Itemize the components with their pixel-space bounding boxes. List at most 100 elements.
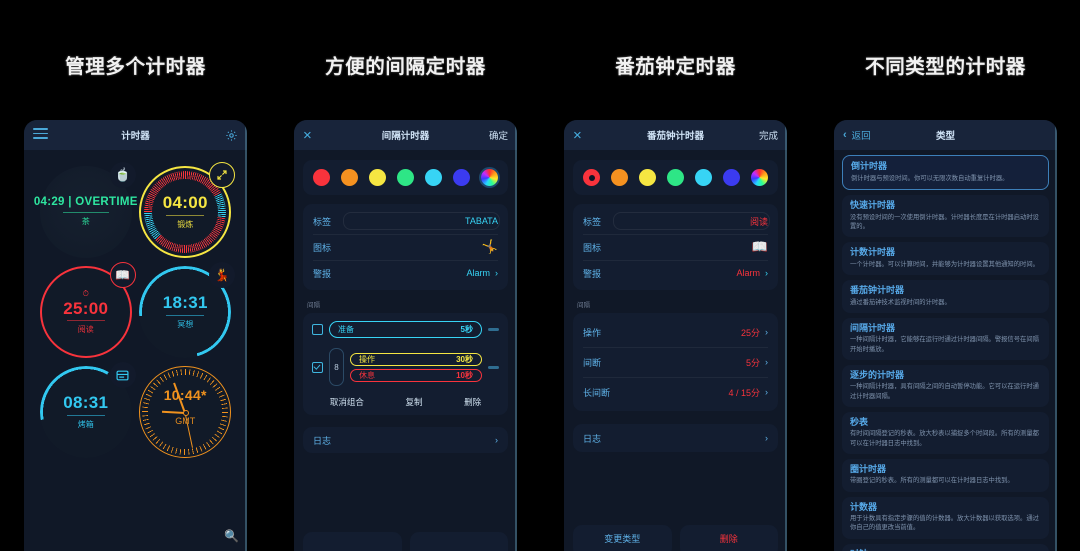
hamburger-icon[interactable]: [33, 125, 48, 145]
color-swatch-cyan[interactable]: [425, 169, 442, 186]
color-wheel-icon[interactable]: [481, 169, 498, 186]
form-body-2: 标签 TABATA 图标 🤸 警报 Alarm › 间隔: [294, 150, 517, 551]
interval-pill-work[interactable]: 操作 30秒: [350, 353, 482, 366]
change-type-button[interactable]: 变更类型: [573, 525, 672, 551]
field-label[interactable]: 标签 TABATA: [303, 208, 508, 234]
hero-title-2: 方便的间隔定时器: [325, 50, 486, 79]
panel-timer-types: 不同类型的计时器 ‹ 返回 类型 倒计时器 倒计时器与预设时间。你可以无限次数自…: [810, 0, 1080, 543]
timer-grid: 04:29 | OVERTIME 茶 🍵 04:00: [24, 150, 247, 551]
topbar-1: 计时器: [24, 120, 247, 150]
list-item-stepped[interactable]: 逐步的计时器 一种间隔计时器，具有间隔之间的自动暂停功能。它可以在运行时通过计时…: [842, 365, 1049, 407]
type-desc: 一种间隔计时器，它能够在运行时通过计时器间隔。警报信号在间隔开始时播放。: [850, 335, 1041, 353]
color-swatch-orange[interactable]: [611, 169, 628, 186]
timer-time: 08:31: [63, 394, 108, 411]
color-swatch-green[interactable]: [667, 169, 684, 186]
list-item-pomodoro[interactable]: 番茄钟计时器 通过番茄钟技术监视时间的计时器。: [842, 280, 1049, 313]
color-swatch-red[interactable]: [313, 169, 330, 186]
field-icon[interactable]: 图标 📖: [573, 234, 778, 260]
change-type-button[interactable]: [303, 532, 402, 551]
timer-divider: [166, 315, 204, 316]
list-item-counter[interactable]: 计数器 用于计数具有指定步骤的值的计数器。放大计数器以获取选项。通过你自己的值更…: [842, 497, 1049, 539]
label-input-value[interactable]: TABATA: [465, 216, 498, 226]
gear-icon[interactable]: [225, 129, 238, 142]
topbar-4: ‹ 返回 类型: [834, 120, 1057, 150]
field-alarm[interactable]: 警报 Alarm ›: [303, 260, 508, 286]
log-row[interactable]: 日志 ›: [303, 427, 508, 453]
color-wheel-icon[interactable]: [751, 169, 768, 186]
log-card-3[interactable]: 日志 ›: [573, 424, 778, 452]
list-item-lap[interactable]: 圈计时器 带圈登记的秒表。所有的测量都可以在计时器日志中找到。: [842, 459, 1049, 492]
list-item-stopwatch[interactable]: 秒表 有时间间隔登记的秒表。放大秒表以捕捉多个时间段。所有的测量都可以在计时器日…: [842, 412, 1049, 454]
interval-row-prepare[interactable]: 准备 5秒: [303, 316, 508, 343]
color-swatch-blue[interactable]: [453, 169, 470, 186]
timer-label: 冥想: [177, 319, 193, 330]
timer-card-reading[interactable]: ⏱ 25:00 阅读 📖: [40, 266, 132, 358]
type-desc: 一个计时器。可以计算时间，并能够为计时器设置其他通知的时间。: [850, 260, 1041, 269]
delete-button[interactable]: [410, 532, 509, 551]
list-item-count-up[interactable]: 计数计时器 一个计时器。可以计算时间，并能够为计时器设置其他通知的时间。: [842, 242, 1049, 275]
close-icon[interactable]: ×: [573, 128, 582, 143]
done-button[interactable]: 完成: [759, 128, 778, 142]
drag-handle-icon[interactable]: [488, 328, 499, 331]
log-card-2[interactable]: 日志 ›: [303, 427, 508, 453]
color-swatch-blue[interactable]: [723, 169, 740, 186]
color-swatch-yellow[interactable]: [639, 169, 656, 186]
interval-checkbox[interactable]: [312, 324, 323, 335]
field-label-caption: 标签: [313, 215, 331, 228]
row-long-break[interactable]: 长间断 4 / 15分 ›: [573, 377, 778, 407]
timer-card-gmt-clock[interactable]: 10:44* GMT: [139, 366, 231, 458]
chevron-left-icon: ‹: [843, 130, 847, 141]
color-swatch-green[interactable]: [397, 169, 414, 186]
field-alarm[interactable]: 警报 Alarm ›: [573, 260, 778, 286]
field-icon[interactable]: 图标 🤸: [303, 234, 508, 260]
field-label[interactable]: 标签 阅读: [573, 208, 778, 234]
interval-pill-rest[interactable]: 休息 10秒: [350, 369, 482, 382]
teapot-icon[interactable]: 🍵: [110, 162, 136, 188]
interval-group-checkbox[interactable]: [312, 362, 323, 373]
label-input-box[interactable]: [613, 212, 770, 230]
log-row[interactable]: 日志 ›: [573, 424, 778, 452]
book-icon[interactable]: 📖: [110, 262, 136, 288]
ungroup-button[interactable]: 取消组合: [330, 396, 364, 408]
list-item-quick[interactable]: 快速计时器 没有预设时间的一次使用倒计时器。计时器长度是在计时器启动时设置的。: [842, 195, 1049, 237]
meditation-icon[interactable]: 💃: [209, 262, 235, 288]
intervals-section-title: 间隔: [307, 299, 508, 309]
timer-card-meditation[interactable]: 18:31 冥想 💃: [139, 266, 231, 358]
gymnast-icon[interactable]: 🤸: [482, 239, 498, 255]
color-swatch-orange[interactable]: [341, 169, 358, 186]
list-item-clock[interactable]: 时钟: [842, 544, 1049, 551]
field-label-caption: 标签: [583, 215, 601, 228]
oven-icon[interactable]: [110, 362, 136, 388]
label-input-value[interactable]: 阅读: [750, 215, 768, 228]
screenshot-stage: 管理多个计时器 计时器: [0, 0, 1080, 543]
timer-card-workout[interactable]: 04:00 锻炼: [139, 166, 231, 258]
delete-button[interactable]: 删除: [680, 525, 779, 551]
list-item-interval[interactable]: 间隔计时器 一种间隔计时器，它能够在运行时通过计时器间隔。警报信号在间隔开始时播…: [842, 318, 1049, 360]
interval-repeat-count[interactable]: 8: [329, 348, 344, 386]
search-icon[interactable]: 🔍: [224, 529, 239, 543]
timer-card-oven[interactable]: 08:31 烤箱: [40, 366, 132, 458]
close-icon[interactable]: ×: [303, 128, 312, 143]
interval-pill-prepare[interactable]: 准备 5秒: [329, 321, 482, 338]
duplicate-button[interactable]: 复制: [405, 396, 422, 408]
open-book-icon[interactable]: 📖: [752, 239, 768, 255]
done-button[interactable]: 确定: [489, 128, 508, 142]
footer-buttons-3: 变更类型 删除: [564, 525, 787, 551]
row-work[interactable]: 操作 25分 ›: [573, 317, 778, 347]
color-swatch-yellow[interactable]: [369, 169, 386, 186]
delete-button[interactable]: 删除: [464, 396, 481, 408]
phone-frame-2: 方便的间隔定时器 × 间隔计时器 确定: [284, 8, 527, 551]
row-break[interactable]: 间断 5分 ›: [573, 347, 778, 377]
color-swatch-red[interactable]: [583, 169, 600, 186]
timer-label: 茶: [82, 216, 90, 227]
color-swatch-cyan[interactable]: [695, 169, 712, 186]
list-item-countdown[interactable]: 倒计时器 倒计时器与预设时间。你可以无限次数自动重复计时器。: [842, 155, 1049, 190]
log-label: 日志: [313, 434, 331, 447]
timer-card-tea[interactable]: 04:29 | OVERTIME 茶 🍵: [40, 166, 132, 258]
interval-group-row[interactable]: 8 操作 30秒 休息 10秒: [303, 343, 508, 391]
back-button[interactable]: ‹ 返回: [843, 128, 871, 142]
drag-handle-icon[interactable]: [488, 366, 499, 369]
type-desc: 用于计数具有指定步骤的值的计数器。放大计数器以获取选项。通过你自己的值更改当前值…: [850, 514, 1041, 532]
field-alarm-caption: 警报: [583, 267, 601, 280]
expand-icon[interactable]: [209, 162, 235, 188]
